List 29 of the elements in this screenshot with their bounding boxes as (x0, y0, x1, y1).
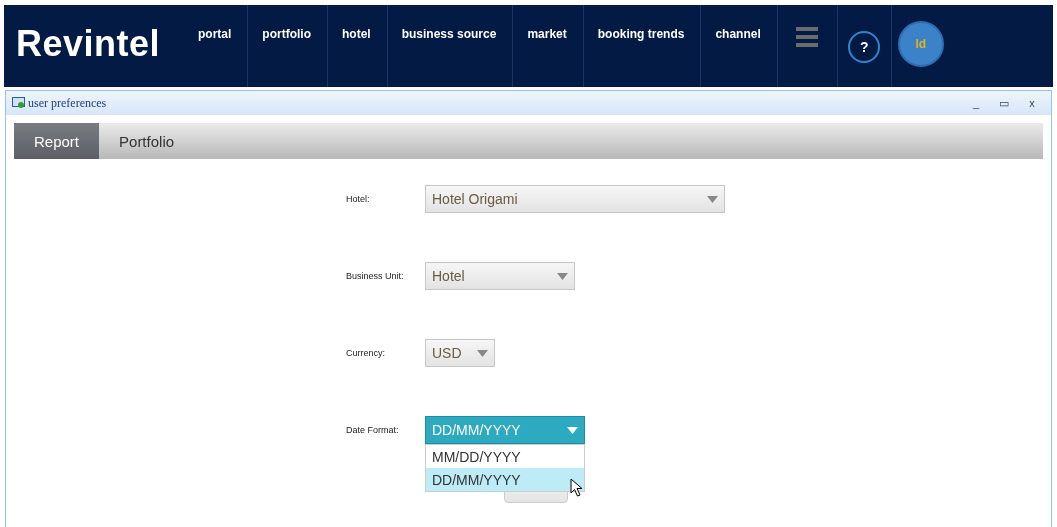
dropdown[interactable]: USD (425, 339, 495, 367)
dropdown-option[interactable]: DD/MM/YYYY (426, 468, 584, 491)
caret-icon (707, 195, 718, 203)
nav-link[interactable]: booking trends (583, 5, 702, 87)
nav-link[interactable]: hotel (328, 5, 388, 87)
nav-link[interactable]: channel (701, 5, 778, 87)
field-label: Business Unit: (346, 271, 405, 281)
dropdown[interactable]: Hotel Origami (425, 185, 725, 213)
tab[interactable]: Report (14, 123, 100, 159)
nav-link[interactable]: market (513, 5, 584, 87)
dropdown[interactable]: Hotel (425, 262, 575, 290)
nav-link[interactable]: business source (387, 5, 514, 87)
field-label: Date Format: (346, 425, 400, 435)
window-title: user preferences (28, 95, 108, 111)
tab[interactable]: Portfolio (99, 123, 195, 159)
field-label: Currency: (346, 348, 386, 358)
menu-icon[interactable] (796, 27, 819, 47)
caret-icon (567, 426, 578, 434)
nav-link[interactable]: portal (184, 5, 249, 87)
window-control[interactable]: _ (963, 96, 989, 110)
window-control[interactable]: x (1019, 96, 1045, 110)
window-control[interactable]: ▭ (991, 95, 1017, 111)
window-icon (12, 97, 26, 109)
nav-link[interactable]: portfolio (248, 5, 328, 87)
help-button[interactable]: ? (848, 31, 881, 63)
logo: Revintel (15, 22, 162, 66)
caret-icon (477, 349, 488, 357)
field-label: Hotel: (346, 194, 371, 204)
caret-icon (557, 272, 568, 280)
